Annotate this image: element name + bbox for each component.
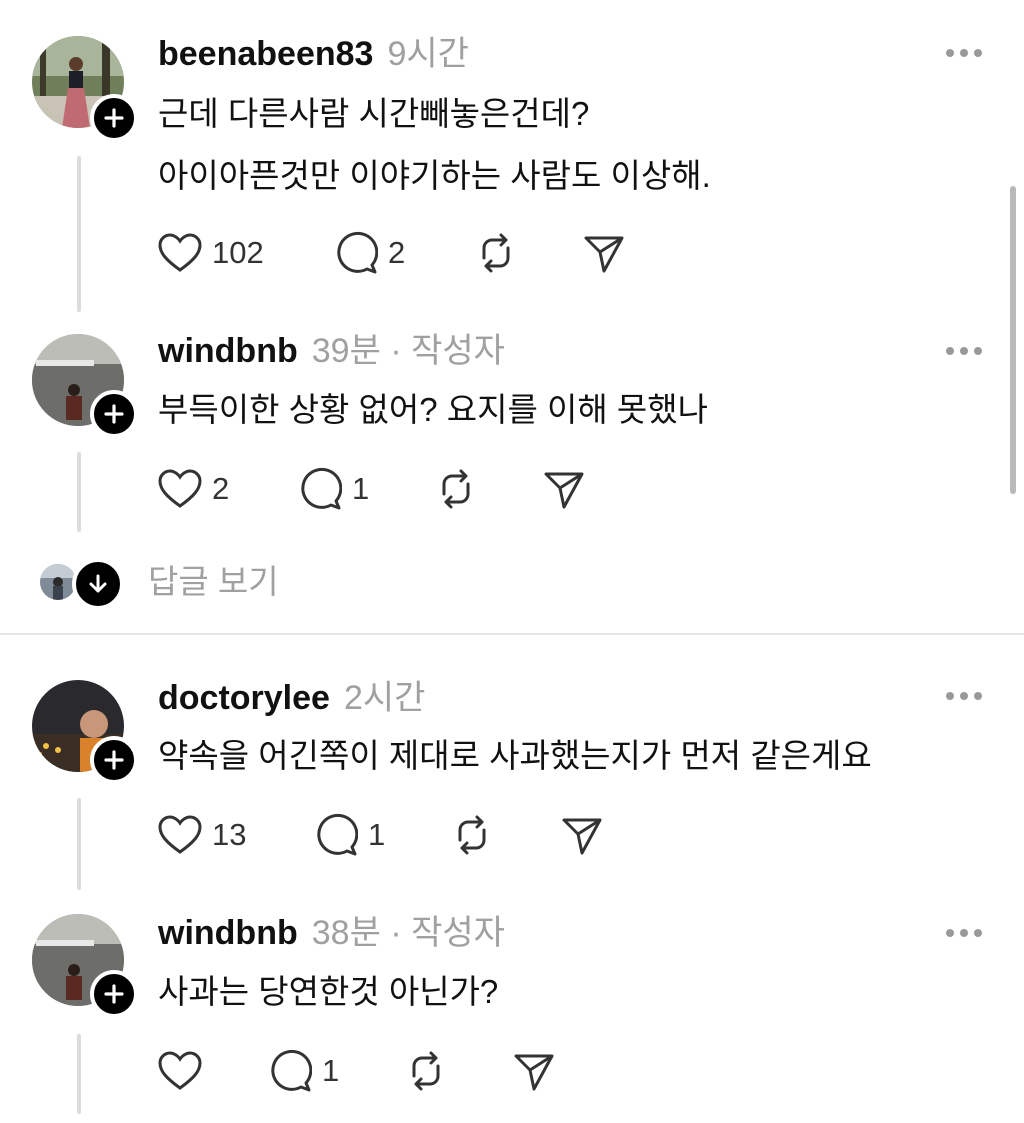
share-button[interactable] xyxy=(512,1049,556,1093)
timestamp: 2시간 xyxy=(343,679,426,717)
post-text-line: 사과는 당연한것 아닌가? xyxy=(158,973,499,1010)
post-meta: beenabeen83 9시간 xyxy=(158,34,469,74)
plus-icon xyxy=(104,750,124,770)
arrow-down-icon xyxy=(89,574,107,593)
reply-count: 1 xyxy=(368,817,386,852)
expand-button[interactable] xyxy=(72,558,124,610)
like-button[interactable]: 2 xyxy=(158,469,298,509)
post-meta: windbnb 39분 · 작성자 xyxy=(158,331,505,371)
reply-button[interactable]: 2 xyxy=(334,231,474,275)
more-options-button[interactable] xyxy=(946,690,982,702)
comment-icon xyxy=(271,1049,312,1092)
plus-icon xyxy=(104,984,124,1004)
like-count: 2 xyxy=(212,471,230,506)
send-icon xyxy=(584,236,624,273)
more-options-button[interactable] xyxy=(946,345,982,357)
share-button[interactable] xyxy=(582,231,626,275)
timestamp: 9시간 xyxy=(387,35,469,73)
thread-divider xyxy=(0,633,1024,635)
thread-line xyxy=(77,798,81,890)
author-badge: · 작성자 xyxy=(390,332,505,370)
thread-line xyxy=(77,1034,81,1114)
more-dots-icon xyxy=(946,692,954,700)
send-icon xyxy=(562,818,602,855)
reply-button[interactable]: 1 xyxy=(268,1049,404,1093)
post-text-line: 아이아픈것만 이야기하는 사람도 이상해. xyxy=(158,157,711,194)
repost-icon xyxy=(482,233,510,273)
repost-button[interactable] xyxy=(434,467,542,511)
post-actions: 102 2 xyxy=(158,230,626,276)
follow-button[interactable] xyxy=(90,390,138,438)
repost-icon xyxy=(458,815,486,855)
more-options-button[interactable] xyxy=(946,47,982,59)
like-count: 102 xyxy=(212,235,264,270)
post-actions: 1 xyxy=(158,1048,556,1094)
follow-button[interactable] xyxy=(90,736,138,784)
heart-icon xyxy=(158,815,202,854)
like-count: 13 xyxy=(212,817,247,852)
timestamp: 39분 xyxy=(311,332,381,370)
author-badge: · 작성자 xyxy=(390,914,505,952)
like-button[interactable]: 13 xyxy=(158,815,314,855)
reply-count: 1 xyxy=(352,471,370,506)
post-actions: 13 1 xyxy=(158,812,604,858)
post-actions: 2 1 xyxy=(158,466,586,512)
share-button[interactable] xyxy=(560,813,604,857)
avatar xyxy=(40,564,76,600)
more-dots-icon xyxy=(946,49,954,57)
repost-button[interactable] xyxy=(474,231,582,275)
post-text-line: 부득이한 상황 없어? 요지를 이해 못했나 xyxy=(158,391,708,428)
view-replies-label[interactable]: 답글 보기 xyxy=(148,560,279,604)
follow-button[interactable] xyxy=(90,970,138,1018)
comment-icon xyxy=(301,467,342,510)
reply-count: 2 xyxy=(388,235,406,270)
plus-icon xyxy=(104,108,124,128)
plus-icon xyxy=(104,404,124,424)
more-dots-icon xyxy=(946,347,954,355)
scrollbar[interactable] xyxy=(1010,186,1016,494)
heart-icon xyxy=(158,1051,202,1090)
reply-button[interactable]: 1 xyxy=(314,813,450,857)
repost-button[interactable] xyxy=(450,813,560,857)
username[interactable]: beenabeen83 xyxy=(158,35,373,73)
heart-icon xyxy=(158,469,202,508)
follow-button[interactable] xyxy=(90,94,138,142)
comment-icon xyxy=(337,231,378,274)
username[interactable]: windbnb xyxy=(158,914,298,952)
more-dots-icon xyxy=(946,929,954,937)
post-text-line: 근데 다른사람 시간빼놓은건데? xyxy=(158,95,590,132)
thread-line xyxy=(77,452,81,532)
more-options-button[interactable] xyxy=(946,927,982,939)
post-meta: windbnb 38분 · 작성자 xyxy=(158,913,505,953)
repost-button[interactable] xyxy=(404,1049,512,1093)
username[interactable]: windbnb xyxy=(158,332,298,370)
like-button[interactable]: 102 xyxy=(158,233,334,273)
thread-line xyxy=(77,156,81,312)
username[interactable]: doctorylee xyxy=(158,679,330,717)
post-text-line: 약속을 어긴쪽이 제대로 사과했는지가 먼저 같은게요 xyxy=(158,737,872,774)
timestamp: 38분 xyxy=(311,914,381,952)
post-meta: doctorylee 2시간 xyxy=(158,678,425,718)
repost-icon xyxy=(412,1051,440,1091)
send-icon xyxy=(544,472,584,509)
send-icon xyxy=(514,1054,554,1091)
heart-icon xyxy=(158,233,202,272)
reply-button[interactable]: 1 xyxy=(298,467,434,511)
repost-icon xyxy=(442,469,470,509)
share-button[interactable] xyxy=(542,467,586,511)
comment-icon xyxy=(317,813,358,856)
like-button[interactable] xyxy=(158,1051,268,1091)
reply-count: 1 xyxy=(322,1053,340,1088)
